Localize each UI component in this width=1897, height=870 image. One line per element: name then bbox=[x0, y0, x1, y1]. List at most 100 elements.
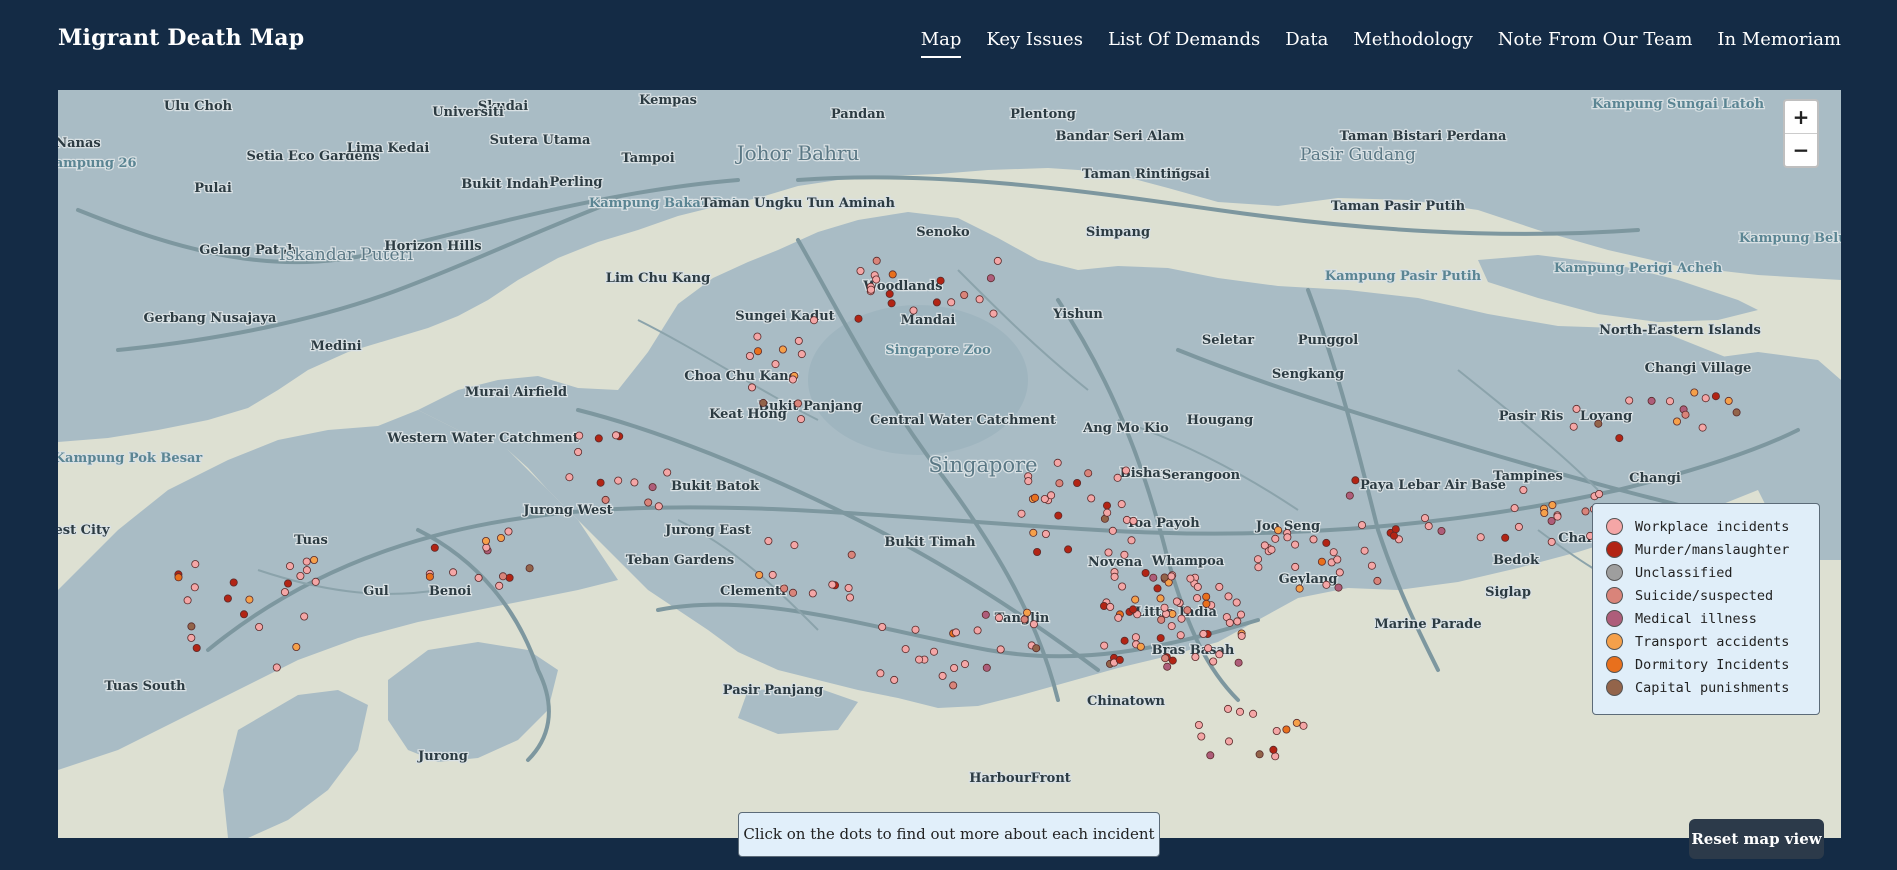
incident-dot[interactable] bbox=[1625, 396, 1634, 405]
incident-dot[interactable] bbox=[995, 613, 1004, 622]
incident-dot[interactable] bbox=[296, 571, 305, 580]
incident-dot[interactable] bbox=[975, 295, 984, 304]
incident-dot[interactable] bbox=[1345, 491, 1354, 500]
incident-dot[interactable] bbox=[1317, 557, 1326, 566]
incident-dot[interactable] bbox=[1421, 514, 1430, 523]
incident-dot[interactable] bbox=[1029, 620, 1038, 629]
incident-dot[interactable] bbox=[1295, 584, 1304, 593]
incident-dot[interactable] bbox=[1176, 631, 1185, 640]
incident-dot[interactable] bbox=[1237, 631, 1246, 640]
incident-dot[interactable] bbox=[993, 256, 1002, 265]
incident-dot[interactable] bbox=[1160, 603, 1169, 612]
incident-dot[interactable] bbox=[311, 577, 320, 586]
incident-dot[interactable] bbox=[961, 660, 970, 669]
incident-dot[interactable] bbox=[1271, 752, 1280, 761]
incident-dot[interactable] bbox=[1237, 610, 1246, 619]
incident-dot[interactable] bbox=[1032, 644, 1041, 653]
incident-dot[interactable] bbox=[797, 350, 806, 359]
nav-in-memoriam[interactable]: In Memoriam bbox=[1717, 29, 1841, 58]
incident-dot[interactable] bbox=[901, 645, 910, 654]
incident-dot[interactable] bbox=[872, 275, 881, 284]
incident-dot[interactable] bbox=[229, 578, 238, 587]
incident-dot[interactable] bbox=[1023, 608, 1032, 617]
incident-dot[interactable] bbox=[1103, 508, 1112, 517]
incident-dot[interactable] bbox=[1360, 546, 1369, 555]
incident-dot[interactable] bbox=[280, 588, 289, 597]
incident-dot[interactable] bbox=[1309, 535, 1318, 544]
incident-dot[interactable] bbox=[876, 669, 885, 678]
incident-dot[interactable] bbox=[1127, 536, 1136, 545]
incident-dot[interactable] bbox=[1335, 568, 1344, 577]
incident-dot[interactable] bbox=[878, 623, 887, 632]
incident-dot[interactable] bbox=[495, 581, 504, 590]
incident-dot[interactable] bbox=[1202, 592, 1211, 601]
incident-dot[interactable] bbox=[191, 560, 200, 569]
incident-dot[interactable] bbox=[1131, 595, 1140, 604]
incident-dot[interactable] bbox=[1129, 516, 1138, 525]
incident-dot[interactable] bbox=[1673, 417, 1682, 426]
incident-dot[interactable] bbox=[1177, 614, 1186, 623]
incident-dot[interactable] bbox=[759, 398, 768, 407]
zoom-in-button[interactable]: + bbox=[1785, 101, 1817, 134]
incident-dot[interactable] bbox=[496, 533, 505, 542]
incident-dot[interactable] bbox=[504, 527, 513, 536]
incident-dot[interactable] bbox=[771, 360, 780, 369]
incident-dot[interactable] bbox=[915, 655, 924, 664]
incident-dot[interactable] bbox=[1724, 396, 1733, 405]
incident-dot[interactable] bbox=[425, 572, 434, 581]
incident-dot[interactable] bbox=[1615, 434, 1624, 443]
incident-dot[interactable] bbox=[1373, 576, 1382, 585]
incident-dot[interactable] bbox=[938, 671, 947, 680]
incident-dot[interactable] bbox=[187, 622, 196, 631]
incident-dot[interactable] bbox=[1291, 540, 1300, 549]
incident-dot[interactable] bbox=[1202, 599, 1211, 608]
incident-dot[interactable] bbox=[1232, 598, 1241, 607]
incident-dot[interactable] bbox=[1299, 721, 1308, 730]
incident-dot[interactable] bbox=[1225, 737, 1234, 746]
incident-dot[interactable] bbox=[1029, 528, 1038, 537]
incident-dot[interactable] bbox=[1194, 721, 1203, 730]
incident-dot[interactable] bbox=[223, 594, 232, 603]
incident-dot[interactable] bbox=[310, 555, 319, 564]
incident-dot[interactable] bbox=[654, 502, 663, 511]
incident-dot[interactable] bbox=[1031, 493, 1040, 502]
incident-dot[interactable] bbox=[1333, 555, 1342, 564]
incident-dot[interactable] bbox=[525, 564, 534, 573]
incident-dot[interactable] bbox=[1054, 511, 1063, 520]
incident-dot[interactable] bbox=[1156, 634, 1165, 643]
incident-dot[interactable] bbox=[474, 573, 483, 582]
incident-dot[interactable] bbox=[1595, 489, 1604, 498]
incident-dot[interactable] bbox=[1209, 657, 1218, 666]
incident-dot[interactable] bbox=[790, 541, 799, 550]
incident-dot[interactable] bbox=[808, 589, 817, 598]
incident-dot[interactable] bbox=[1120, 636, 1129, 645]
incident-dot[interactable] bbox=[1033, 547, 1042, 556]
incident-dot[interactable] bbox=[797, 415, 806, 424]
incident-dot[interactable] bbox=[1255, 750, 1264, 759]
incident-dot[interactable] bbox=[755, 570, 764, 579]
incident-dot[interactable] bbox=[1064, 545, 1073, 554]
incident-dot[interactable] bbox=[1553, 512, 1562, 521]
incident-dot[interactable] bbox=[1681, 410, 1690, 419]
incident-dot[interactable] bbox=[1254, 555, 1263, 564]
incident-dot[interactable] bbox=[1193, 594, 1202, 603]
map-canvas[interactable]: Ulu Choh Skudai KempasUniversiti Pandan Plen… bbox=[58, 90, 1841, 838]
incident-dot[interactable] bbox=[1047, 491, 1056, 500]
incident-dot[interactable] bbox=[1282, 725, 1291, 734]
incident-dot[interactable] bbox=[1108, 526, 1117, 535]
incident-dot[interactable] bbox=[430, 543, 439, 552]
incident-dot[interactable] bbox=[1225, 618, 1234, 627]
incident-dot[interactable] bbox=[788, 375, 797, 384]
incident-dot[interactable] bbox=[612, 431, 621, 440]
incident-dot[interactable] bbox=[1514, 522, 1523, 531]
incident-dot[interactable] bbox=[887, 299, 896, 308]
incident-dot[interactable] bbox=[1206, 751, 1215, 760]
incident-dot[interactable] bbox=[1224, 704, 1233, 713]
incident-dot[interactable] bbox=[1291, 562, 1300, 571]
incident-dot[interactable] bbox=[1122, 515, 1131, 524]
incident-dot[interactable] bbox=[989, 309, 998, 318]
incident-dot[interactable] bbox=[1215, 582, 1224, 591]
incident-dot[interactable] bbox=[1547, 537, 1556, 546]
incident-dot[interactable] bbox=[1172, 597, 1181, 606]
incident-dot[interactable] bbox=[1100, 641, 1109, 650]
